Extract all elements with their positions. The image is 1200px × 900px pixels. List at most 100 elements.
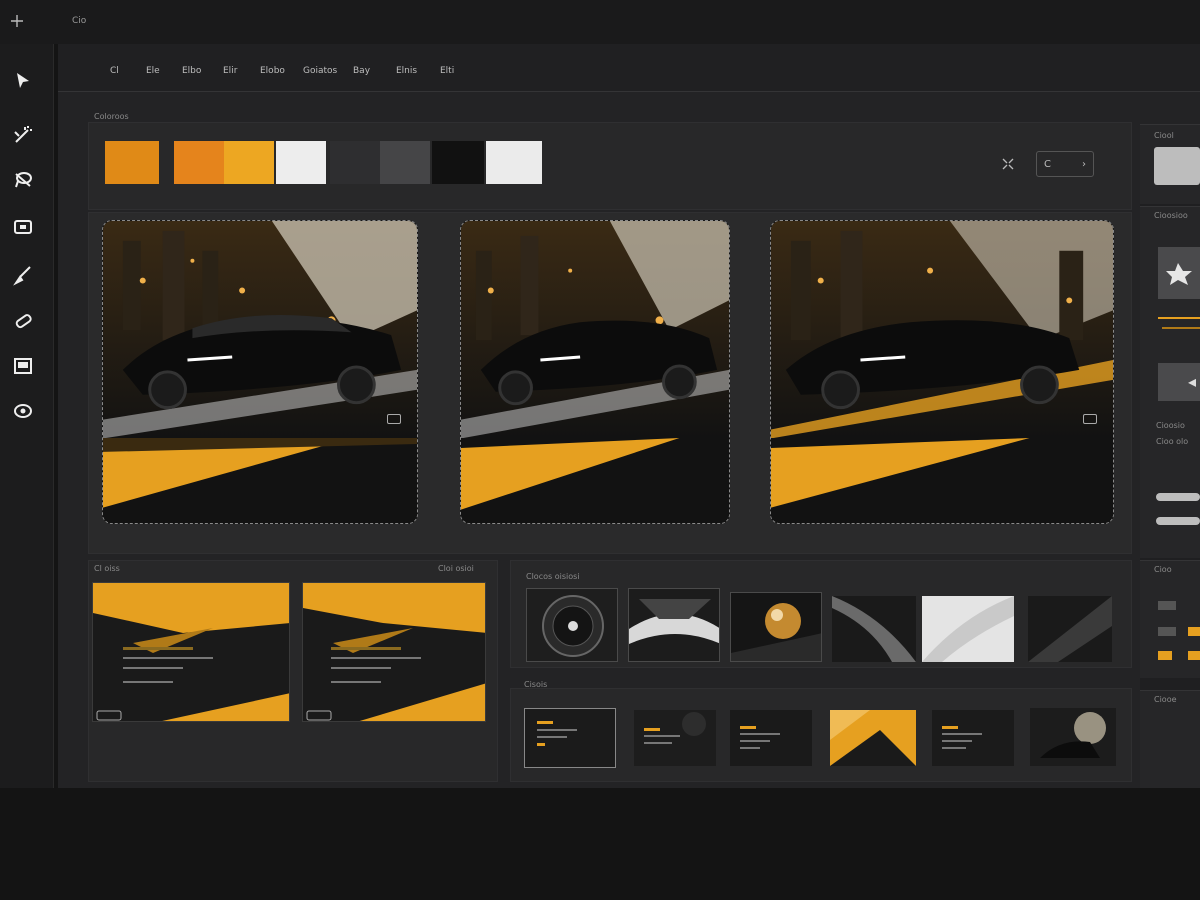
texture-thumb[interactable] <box>922 596 1014 662</box>
thumbnail-graphic <box>730 710 812 766</box>
frame-badge-icon[interactable] <box>387 414 401 425</box>
star-shape-icon[interactable] <box>1158 247 1200 299</box>
color-swatch[interactable] <box>380 141 430 184</box>
select-arrow-icon[interactable] <box>8 66 38 96</box>
layer-chip-active[interactable] <box>1188 627 1200 636</box>
menu-item[interactable]: Elnis <box>396 66 417 76</box>
orange-divider <box>1158 317 1200 319</box>
slider-track[interactable] <box>1156 517 1200 525</box>
menu-item[interactable]: Elobo <box>260 66 285 76</box>
color-label: Ciool <box>1154 131 1174 140</box>
car-photo <box>771 221 1113 439</box>
effects-panel: Ciooe <box>1140 690 1200 788</box>
metal-texture <box>629 589 719 661</box>
chevron-right-icon: › <box>1082 158 1086 170</box>
menu-item[interactable]: Elti <box>440 66 454 76</box>
crosshair-icon[interactable] <box>10 14 26 28</box>
texture-thumb[interactable] <box>730 592 822 662</box>
orange-stripe-graphic <box>103 438 417 523</box>
dark-gradient-texture <box>1028 596 1112 662</box>
orange-divider <box>1162 327 1200 329</box>
color-swatch[interactable] <box>330 141 380 184</box>
properties-column: Ciool Cioosioo ◂ Cioosio Cioo olo Cioo C… <box>1140 124 1200 788</box>
curve-texture <box>832 596 916 662</box>
menu-item[interactable]: Cl <box>110 66 119 76</box>
layer-chip-active[interactable] <box>1158 651 1172 660</box>
texture-thumb[interactable] <box>526 588 618 662</box>
document-title: Cio <box>72 16 87 26</box>
lasso-icon[interactable] <box>8 165 38 195</box>
current-color-swatch[interactable] <box>1154 147 1200 185</box>
thumbnail-graphic <box>932 710 1014 766</box>
props-text-b: Cioo olo <box>1156 437 1189 446</box>
frame-icon[interactable] <box>8 212 38 242</box>
color-swatch[interactable] <box>486 141 542 184</box>
props-text-a: Cioosio <box>1156 421 1185 430</box>
menu-item[interactable]: Elbo <box>182 66 201 76</box>
properties-panel: Cioosioo ◂ Cioosio Cioo olo <box>1140 206 1200 558</box>
brush-icon[interactable] <box>8 260 38 290</box>
collapse-icon[interactable] <box>1001 156 1015 170</box>
color-panel: Ciool <box>1140 124 1200 204</box>
layer-chip[interactable] <box>1158 601 1176 610</box>
layer-chip-active[interactable] <box>1188 651 1200 660</box>
palette-label: Coloroos <box>94 112 129 121</box>
orange-stripe-graphic <box>771 438 1113 523</box>
texture-thumb[interactable] <box>628 588 720 662</box>
menu-item[interactable]: Goiatos <box>303 66 337 76</box>
color-swatch[interactable] <box>105 141 159 184</box>
white-fabric-texture <box>922 596 1014 662</box>
props-label: Cioosioo <box>1154 211 1188 220</box>
preview-frame[interactable] <box>102 220 418 524</box>
menu-bar: Cl Ele Elbo Elir Elobo Goiatos Bay Elnis… <box>58 44 1200 92</box>
layouts-label: Cl oiss <box>94 564 120 573</box>
slider-track[interactable] <box>1156 493 1200 501</box>
texture-thumb[interactable] <box>832 596 916 662</box>
layout-card[interactable] <box>92 582 290 722</box>
texture-thumb[interactable] <box>1028 596 1112 662</box>
textures-label: Clocos oisiosi <box>526 572 580 581</box>
layer-chip[interactable] <box>1158 627 1176 636</box>
color-swatch[interactable] <box>174 141 224 184</box>
menu-item[interactable]: Elir <box>223 66 237 76</box>
menu-item[interactable]: Ele <box>146 66 160 76</box>
thumbnail-card[interactable] <box>830 710 916 766</box>
tool-rail <box>0 44 54 788</box>
thumbnail-graphic <box>525 709 615 767</box>
thumbnails-label: Cisois <box>524 680 548 689</box>
layout-graphic <box>93 583 289 721</box>
thumbnail-graphic <box>1030 708 1116 766</box>
frame-badge-icon[interactable] <box>1083 414 1097 425</box>
preview-frame[interactable] <box>770 220 1114 524</box>
color-swatch[interactable] <box>432 141 484 184</box>
car-photo <box>103 221 417 439</box>
preview-frame[interactable] <box>460 220 730 524</box>
layouts-right-label: Cloi osioi <box>438 564 474 573</box>
stepper-value: C <box>1044 158 1051 170</box>
color-swatch[interactable] <box>276 141 326 184</box>
thumbnail-card[interactable] <box>524 708 616 768</box>
eye-icon[interactable] <box>8 396 38 426</box>
layout-card[interactable] <box>302 582 486 722</box>
image-icon[interactable] <box>8 351 38 381</box>
orange-stripe-graphic <box>461 438 729 523</box>
thumbnail-card[interactable] <box>634 710 716 766</box>
menu-item[interactable]: Bay <box>353 66 370 76</box>
thumbnail-graphic <box>830 710 916 766</box>
thumbnail-graphic <box>634 710 716 766</box>
thumbnail-card[interactable] <box>932 710 1014 766</box>
car-photo <box>461 221 729 439</box>
layout-graphic <box>303 583 485 721</box>
chevron-left-icon[interactable]: ◂ <box>1158 363 1200 401</box>
effects-label: Ciooe <box>1154 695 1177 704</box>
thumbnail-card[interactable] <box>1030 708 1116 766</box>
color-swatch[interactable] <box>224 141 274 184</box>
magic-wand-icon[interactable] <box>8 120 38 150</box>
layers-label: Cioo <box>1154 565 1172 574</box>
zoom-stepper[interactable]: C › <box>1036 151 1094 177</box>
layers-panel: Cioo <box>1140 560 1200 678</box>
thumbnail-card[interactable] <box>730 710 812 766</box>
speaker-texture <box>527 589 617 661</box>
gold-sphere-texture <box>731 593 821 661</box>
eraser-icon[interactable] <box>8 306 38 336</box>
